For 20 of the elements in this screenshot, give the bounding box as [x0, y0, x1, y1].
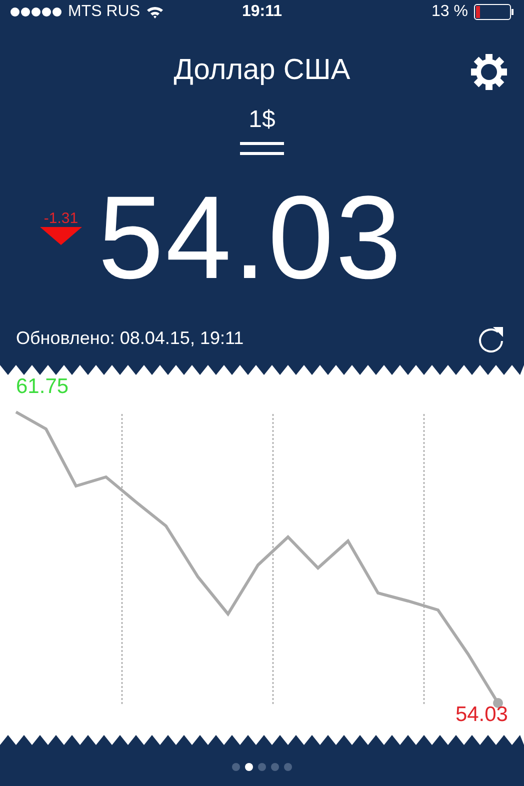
currency-title: Доллар США [174, 54, 350, 88]
updated-time: Обновлено: 08.04.15, 19:11 [16, 328, 244, 349]
carrier-name: MTS RUS [68, 2, 140, 22]
battery-icon [474, 4, 514, 20]
chart-max-label: 61.75 [16, 374, 69, 399]
equals-icon [240, 142, 284, 155]
page-dot[interactable] [258, 762, 266, 771]
battery-percent: 13 % [432, 2, 468, 22]
status-time: 19:11 [242, 2, 282, 22]
page-dot[interactable] [232, 762, 240, 771]
signal-icon [10, 6, 62, 17]
settings-icon[interactable] [470, 53, 508, 91]
rate-change: -1.31 [44, 210, 78, 228]
wifi-icon [146, 4, 164, 19]
page-dot[interactable] [245, 762, 253, 771]
page-dot[interactable] [284, 762, 292, 771]
chart-last-label: 54.03 [455, 702, 508, 727]
page-dot[interactable] [271, 762, 279, 771]
amount-label[interactable]: 1$ [248, 106, 276, 134]
exchange-rate: 54.03 [98, 178, 404, 297]
